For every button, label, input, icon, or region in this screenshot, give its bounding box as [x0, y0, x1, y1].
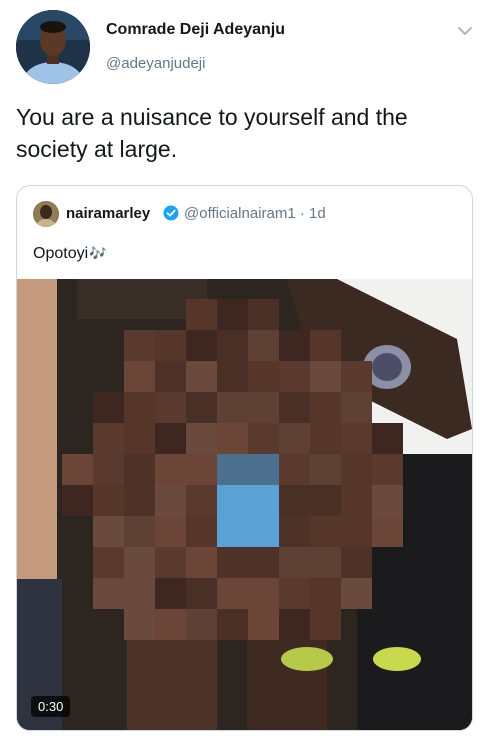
quoted-text-body: Opotoyi — [33, 245, 89, 262]
video-duration: 0:30 — [31, 696, 71, 717]
quoted-tweet[interactable]: nairamarley @officialnairam1 · 1d Opotoy… — [16, 185, 473, 731]
quoted-author-handle[interactable]: @officialnairam1 · 1d — [184, 205, 326, 222]
tweet: Comrade Deji Adeyanju @adeyanjudeji You … — [0, 0, 490, 742]
verified-badge-icon — [163, 205, 179, 221]
music-notes-emoji: 🎶 — [89, 245, 107, 261]
quoted-author-name[interactable]: nairamarley — [66, 205, 150, 222]
author-name[interactable]: Comrade Deji Adeyanju — [106, 21, 285, 39]
quoted-avatar-image — [33, 201, 59, 227]
chevron-down-icon[interactable] — [456, 24, 474, 38]
tweet-text: You are a nuisance to yourself and the s… — [16, 104, 408, 162]
quoted-avatar[interactable] — [33, 201, 59, 227]
author-handle[interactable]: @adeyanjudeji — [106, 55, 205, 72]
quoted-tweet-text: Opotoyi🎶 — [33, 245, 107, 263]
video-player[interactable]: 0:30 — [17, 279, 472, 730]
avatar-image — [16, 10, 90, 84]
author-avatar[interactable] — [16, 10, 90, 84]
pixelated-video-frame — [17, 279, 472, 730]
